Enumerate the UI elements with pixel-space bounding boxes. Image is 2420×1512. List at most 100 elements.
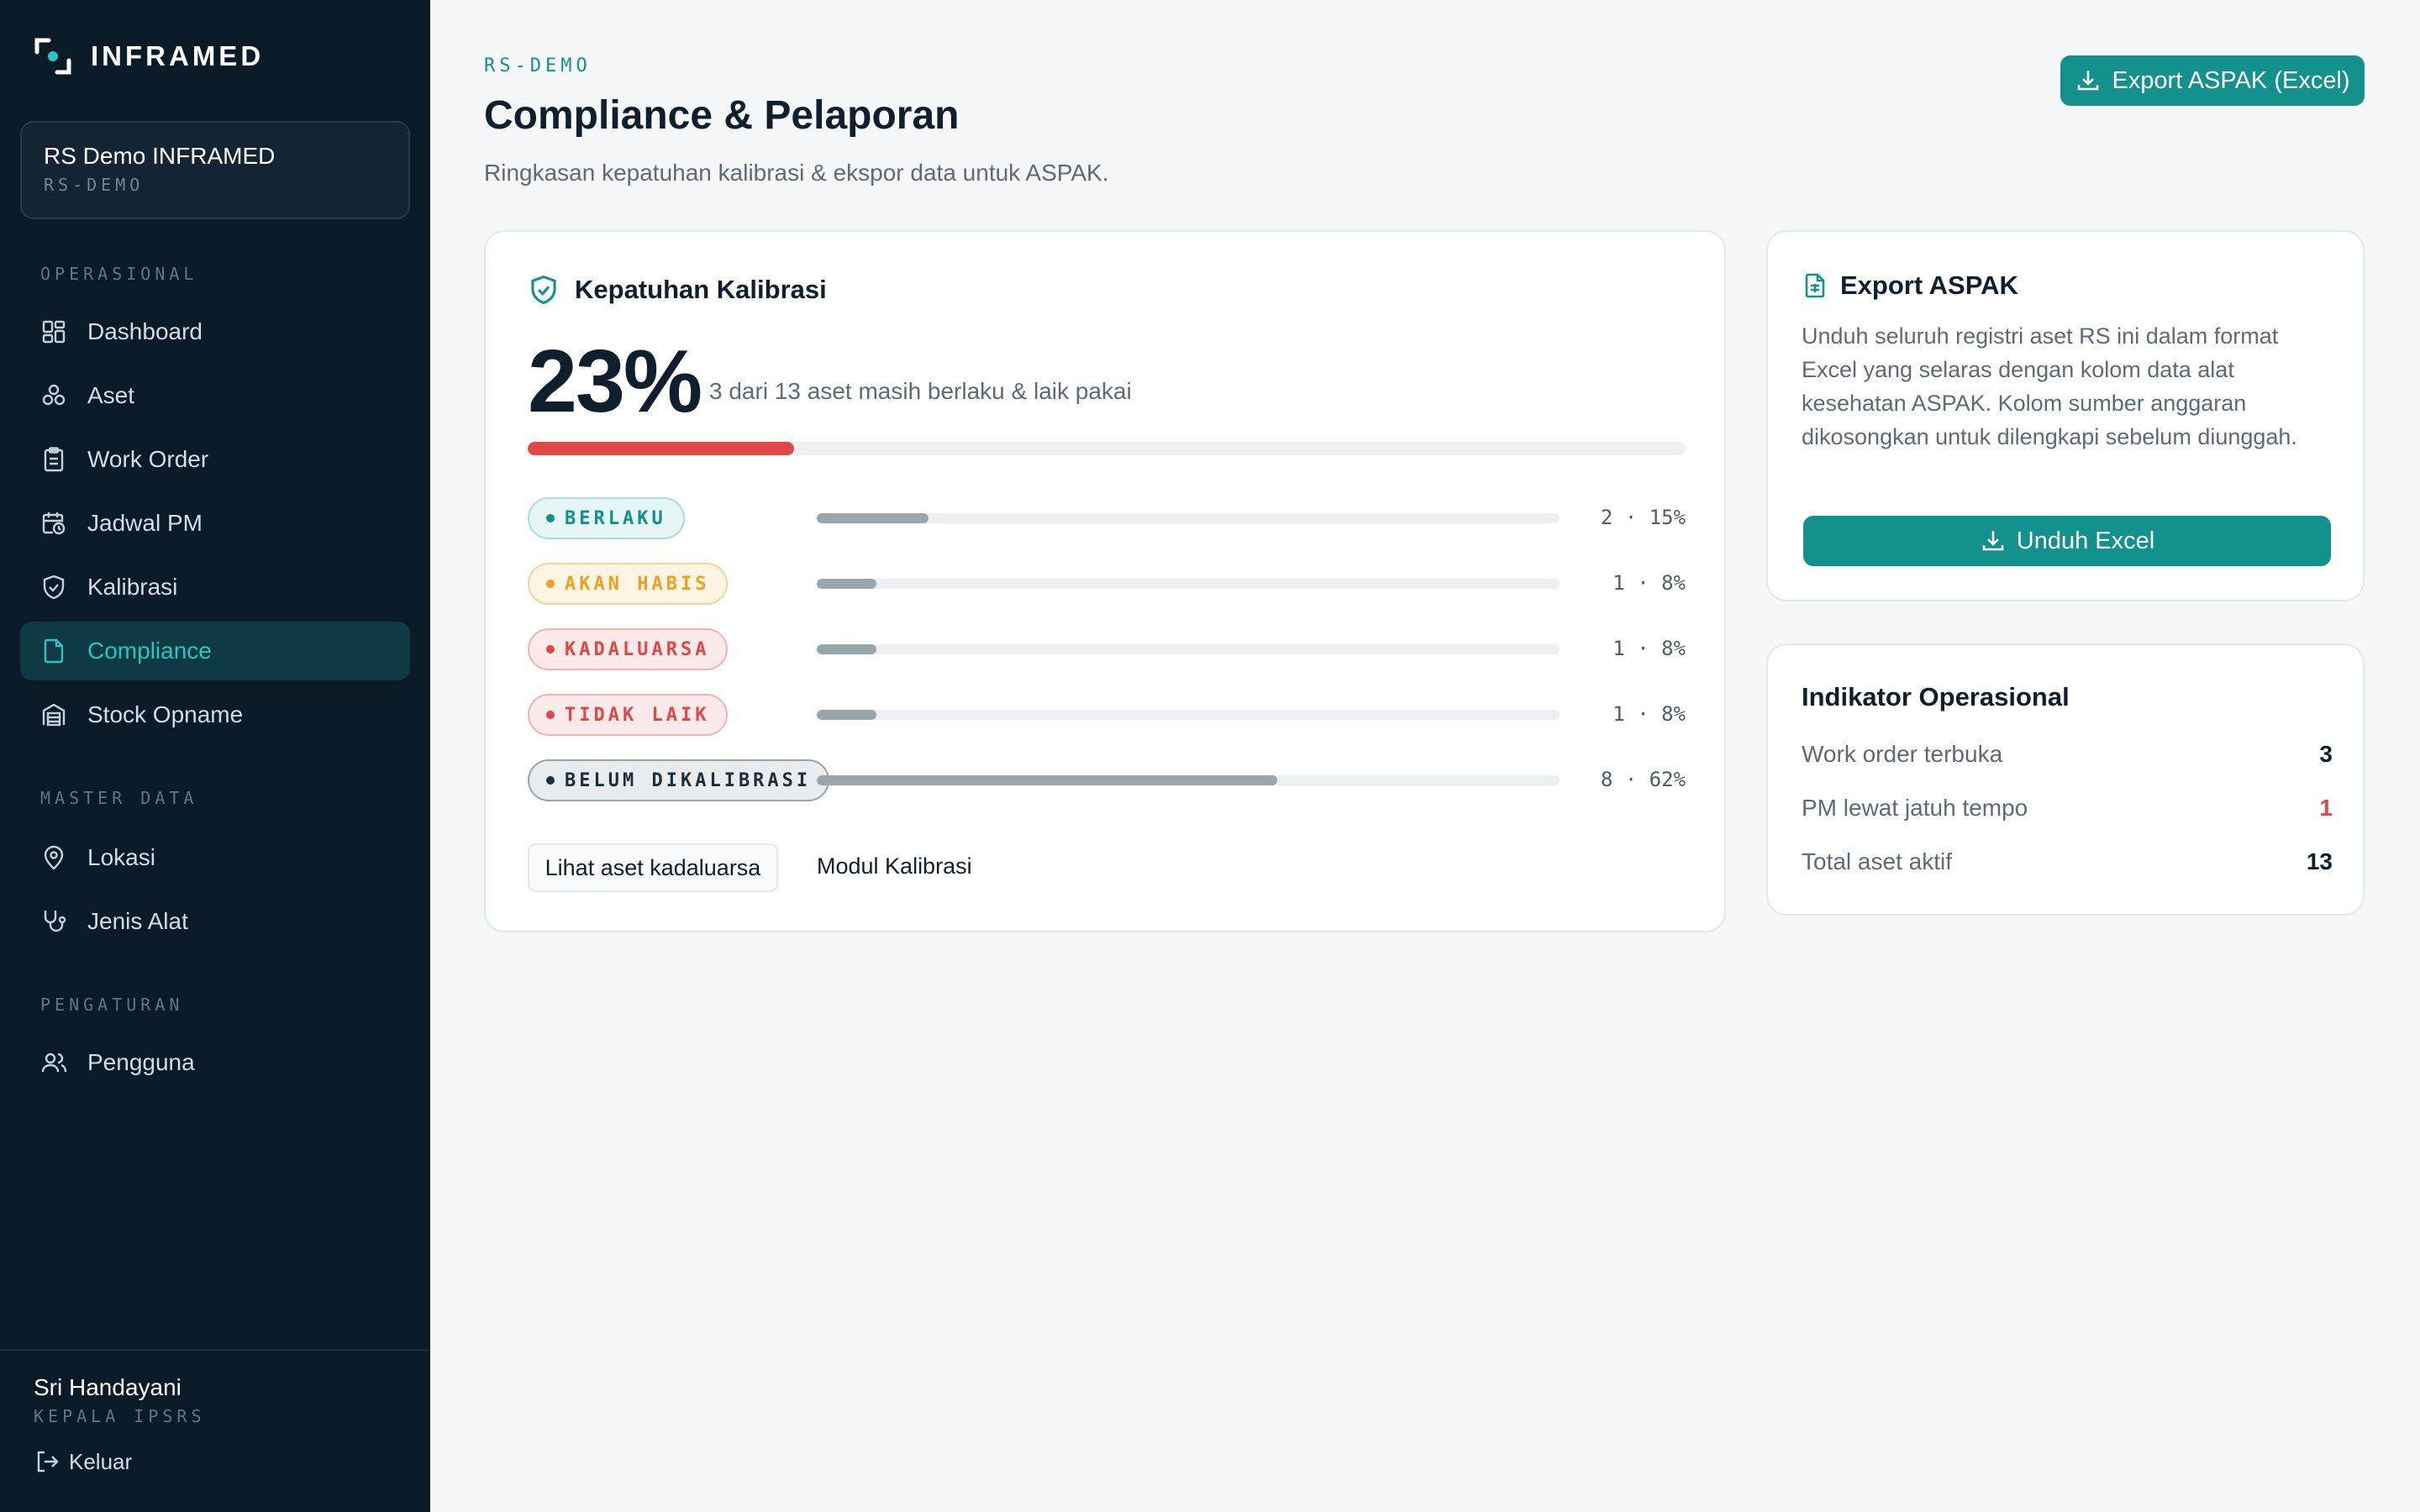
spreadsheet-file-icon [1805,273,1825,298]
status-progress-fill [817,775,1278,785]
status-label: BELUM DIKALIBRASI [565,769,812,791]
operational-indicators-card: Indikator Operasional Work order terbuka… [1766,643,2365,916]
compliance-card: Kepatuhan Kalibrasi 23% 3 dari 13 aset m… [484,230,1726,932]
user-block: Sri Handayani KEPALA IPSRS Keluar [0,1349,430,1499]
status-badge[interactable]: BERLAKU [528,497,685,539]
section-label-master-data: MASTER DATA [40,788,198,808]
status-label: BERLAKU [565,507,666,529]
section-label-pengaturan: PENGATURAN [40,995,184,1015]
status-progress-bar [817,644,1560,654]
ops-value: 3 [2319,741,2333,767]
status-badge[interactable]: AKAN HABIS [528,563,729,605]
status-row: KADALUARSA 1 · 8% [528,628,1686,670]
status-row: BELUM DIKALIBRASI 8 · 62% [528,759,1686,801]
export-aspak-card: Export ASPAK Unduh seluruh registri aset… [1766,230,2365,601]
status-progress-fill [817,644,876,654]
sidebar-item-stock-opname[interactable]: Stock Opname [20,685,410,744]
status-count: 2 · 15% [1600,506,1686,529]
status-count: 1 · 8% [1612,702,1686,726]
status-label: KADALUARSA [565,638,710,660]
status-progress-fill [817,513,929,523]
ops-row-active-assets: Total aset aktif 13 [1802,848,2333,875]
sidebar-item-aset[interactable]: Aset [20,366,410,425]
ops-title: Indikator Operasional [1802,682,2070,711]
sidebar-item-pengguna[interactable]: Pengguna [20,1033,410,1092]
compliance-progress-bar [528,442,1686,455]
status-progress-bar [817,579,1560,589]
status-progress-fill [817,579,876,589]
clipboard-icon [44,447,64,472]
status-label: AKAN HABIS [565,573,710,595]
status-count: 8 · 62% [1600,768,1686,791]
sidebar-item-label: Compliance [87,638,212,664]
users-icon [41,1053,67,1073]
logout-button[interactable]: Keluar [34,1448,397,1475]
logout-icon [37,1451,59,1473]
user-role: KEPALA IPSRS [34,1406,206,1426]
map-pin-icon [44,845,64,870]
status-dot [546,580,555,588]
warehouse-icon [42,703,66,727]
status-dot [546,711,555,719]
assets-icon [42,384,66,406]
status-dot [546,645,555,654]
section-label-operasional: OPERASIONAL [40,264,198,284]
stethoscope-icon [44,911,66,932]
status-progress-fill [817,710,876,720]
status-badge[interactable]: TIDAK LAIK [528,694,729,736]
ops-value: 13 [2306,848,2333,874]
status-row: AKAN HABIS 1 · 8% [528,563,1686,605]
compliance-description: 3 dari 13 aset masih berlaku & laik paka… [709,378,1132,404]
view-expired-assets-button[interactable]: Lihat aset kadaluarsa [528,843,778,892]
document-icon [44,638,64,664]
download-icon [2078,71,2099,91]
calibration-module-link[interactable]: Modul Kalibrasi [817,853,972,879]
brand-name: INFRAMED [91,40,265,71]
compliance-card-header: Kepatuhan Kalibrasi [528,274,827,306]
sidebar-item-dashboard[interactable]: Dashboard [20,302,410,361]
sidebar-item-compliance[interactable]: Compliance [20,622,410,680]
status-dot [546,776,555,785]
status-count: 1 · 8% [1612,637,1686,660]
org-code: RS-DEMO [44,175,145,195]
sidebar-item-kalibrasi[interactable]: Kalibrasi [20,558,410,617]
export-card-description: Unduh seluruh registri aset RS ini dalam… [1802,323,2297,449]
ops-label: PM lewat jatuh tempo [1802,795,2028,821]
export-aspak-button[interactable]: Export ASPAK (Excel) [2060,55,2365,106]
compliance-title: Kepatuhan Kalibrasi [575,275,827,304]
status-row: TIDAK LAIK 1 · 8% [528,694,1686,736]
sidebar-item-label: Jenis Alat [87,908,188,934]
sidebar-item-jadwal-pm[interactable]: Jadwal PM [20,494,410,553]
sidebar: INFRAMED RS Demo INFRAMED RS-DEMO OPERAS… [0,0,430,1512]
calendar-clock-icon [42,512,66,535]
sidebar-item-label: Jadwal PM [87,510,203,536]
org-name: RS Demo INFRAMED [44,143,276,169]
sidebar-item-label: Stock Opname [87,701,244,727]
export-aspak-label: Export ASPAK (Excel) [2112,66,2350,94]
ops-value: 1 [2319,795,2333,821]
sidebar-item-label: Pengguna [87,1049,195,1075]
ops-row-overdue-pm: PM lewat jatuh tempo 1 [1802,795,2333,822]
status-dot [546,514,555,522]
brand[interactable]: INFRAMED [34,37,264,76]
export-card-header: Export ASPAK [1802,270,2018,301]
status-badge[interactable]: BELUM DIKALIBRASI [528,759,830,801]
sidebar-item-label: Dashboard [87,318,203,344]
download-icon [1982,531,2004,551]
breadcrumb[interactable]: RS-DEMO [484,55,592,76]
sidebar-item-jenis-alat[interactable]: Jenis Alat [20,892,410,951]
sidebar-item-lokasi[interactable]: Lokasi [20,828,410,887]
status-badge[interactable]: KADALUARSA [528,628,729,670]
brand-logo-icon [34,38,71,75]
ops-row-open-work-orders: Work order terbuka 3 [1802,741,2333,768]
sidebar-item-work-order[interactable]: Work Order [20,430,410,489]
shield-check-icon [531,275,556,305]
ops-label: Work order terbuka [1802,741,2003,767]
status-count: 1 · 8% [1612,571,1686,595]
download-excel-button[interactable]: Unduh Excel [1803,516,2331,566]
org-switcher[interactable]: RS Demo INFRAMED RS-DEMO [20,121,410,219]
page-subtitle: Ringkasan kepatuhan kalibrasi & ekspor d… [484,160,1109,186]
status-progress-bar [817,513,1560,523]
download-excel-label: Unduh Excel [2016,527,2155,554]
page-title: Compliance & Pelaporan [484,93,960,138]
